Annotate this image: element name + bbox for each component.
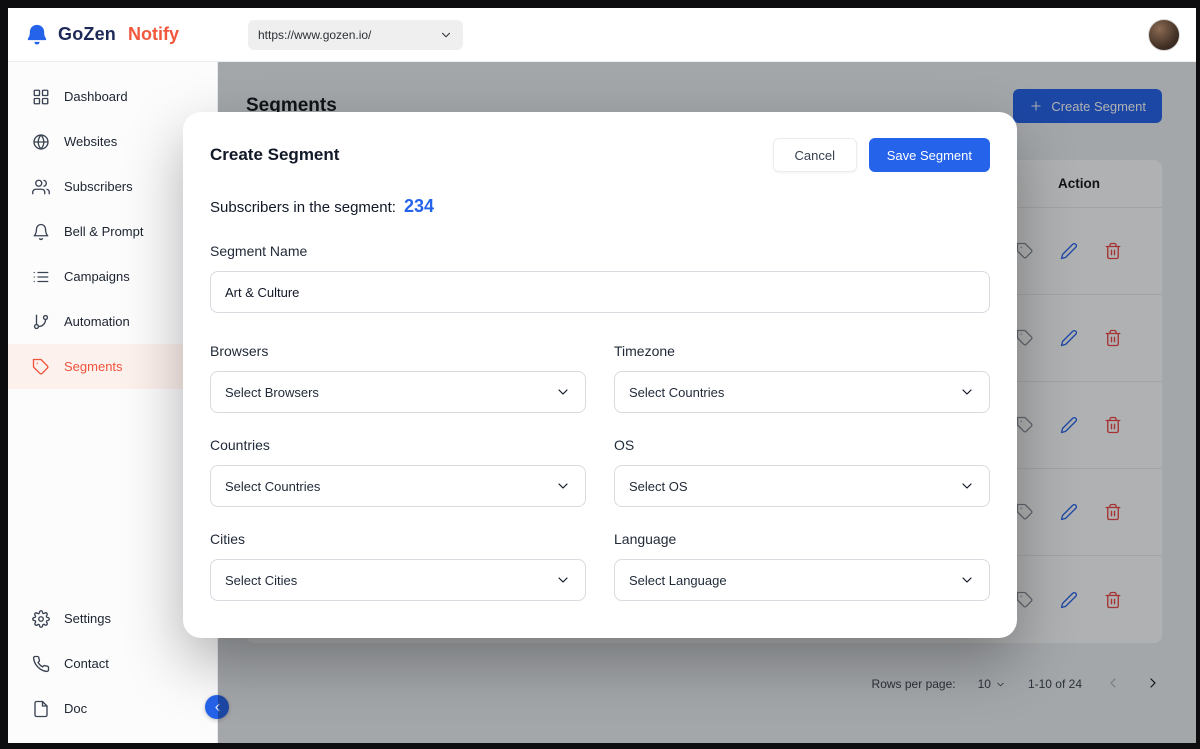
browsers-label: Browsers <box>210 343 586 359</box>
brand-primary: GoZen <box>58 24 116 45</box>
subscriber-count-line: Subscribers in the segment: 234 <box>210 196 990 217</box>
language-select-value: Select Language <box>629 573 727 588</box>
dashboard-icon <box>32 88 50 106</box>
browsers-field: Browsers Select Browsers <box>210 343 586 413</box>
modal-actions: Cancel Save Segment <box>773 138 990 172</box>
timezone-select-value: Select Countries <box>629 385 724 400</box>
chevron-down-icon <box>959 572 975 588</box>
os-label: OS <box>614 437 990 453</box>
globe-icon <box>32 133 50 151</box>
countries-select-value: Select Countries <box>225 479 320 494</box>
app-window: GoZen Notify https://www.gozen.io/ Dashbo… <box>8 8 1196 743</box>
chevron-down-icon <box>959 478 975 494</box>
language-select[interactable]: Select Language <box>614 559 990 601</box>
sidebar-item-label: Automation <box>64 314 130 329</box>
sidebar-item-label: Bell & Prompt <box>64 224 143 239</box>
countries-label: Countries <box>210 437 586 453</box>
timezone-field: Timezone Select Countries <box>614 343 990 413</box>
modal-header: Create Segment Cancel Save Segment <box>210 138 990 172</box>
gear-icon <box>32 610 50 628</box>
chevron-down-icon <box>959 384 975 400</box>
browsers-select[interactable]: Select Browsers <box>210 371 586 413</box>
brand-secondary: Notify <box>128 24 179 45</box>
avatar[interactable] <box>1148 19 1180 51</box>
users-icon <box>32 178 50 196</box>
chevron-down-icon <box>555 572 571 588</box>
os-field: OS Select OS <box>614 437 990 507</box>
sidebar-item-label: Dashboard <box>64 89 128 104</box>
top-bar: GoZen Notify https://www.gozen.io/ <box>8 8 1196 62</box>
url-bar[interactable]: https://www.gozen.io/ <box>248 20 463 50</box>
save-segment-button[interactable]: Save Segment <box>869 138 990 172</box>
sidebar-item-label: Campaigns <box>64 269 130 284</box>
sidebar-item-contact[interactable]: Contact <box>8 641 217 686</box>
cancel-button[interactable]: Cancel <box>773 138 857 172</box>
sidebar-item-label: Websites <box>64 134 117 149</box>
sidebar-item-label: Doc <box>64 701 87 716</box>
segment-name-input[interactable] <box>210 271 990 313</box>
os-select-value: Select OS <box>629 479 688 494</box>
phone-icon <box>32 655 50 673</box>
document-icon <box>32 700 50 718</box>
os-select[interactable]: Select OS <box>614 465 990 507</box>
subscriber-count-label: Subscribers in the segment: <box>210 199 396 216</box>
timezone-select[interactable]: Select Countries <box>614 371 990 413</box>
sidebar-item-label: Segments <box>64 359 123 374</box>
create-segment-modal: Create Segment Cancel Save Segment Subsc… <box>183 112 1017 638</box>
url-text: https://www.gozen.io/ <box>258 28 431 42</box>
language-label: Language <box>614 531 990 547</box>
git-branch-icon <box>32 313 50 331</box>
bell-logo-icon <box>24 22 50 48</box>
chevron-down-icon <box>439 28 453 42</box>
sidebar-item-label: Contact <box>64 656 109 671</box>
browsers-select-value: Select Browsers <box>225 385 319 400</box>
list-icon <box>32 268 50 286</box>
bell-icon <box>32 223 50 241</box>
chevron-down-icon <box>555 478 571 494</box>
timezone-label: Timezone <box>614 343 990 359</box>
sidebar-item-label: Settings <box>64 611 111 626</box>
segment-name-label: Segment Name <box>210 243 990 259</box>
logo: GoZen Notify <box>24 22 234 48</box>
cities-select[interactable]: Select Cities <box>210 559 586 601</box>
modal-title: Create Segment <box>210 145 339 165</box>
chevron-down-icon <box>555 384 571 400</box>
language-field: Language Select Language <box>614 531 990 601</box>
subscriber-count-value: 234 <box>404 196 434 217</box>
cities-select-value: Select Cities <box>225 573 297 588</box>
sidebar-item-label: Subscribers <box>64 179 133 194</box>
countries-field: Countries Select Countries <box>210 437 586 507</box>
tag-icon <box>32 358 50 376</box>
cities-label: Cities <box>210 531 586 547</box>
countries-select[interactable]: Select Countries <box>210 465 586 507</box>
sidebar-item-dashboard[interactable]: Dashboard <box>8 74 217 119</box>
sidebar-item-doc[interactable]: Doc <box>8 686 217 731</box>
cities-field: Cities Select Cities <box>210 531 586 601</box>
segment-field-grid: Browsers Select Browsers Timezone Select… <box>210 343 990 601</box>
